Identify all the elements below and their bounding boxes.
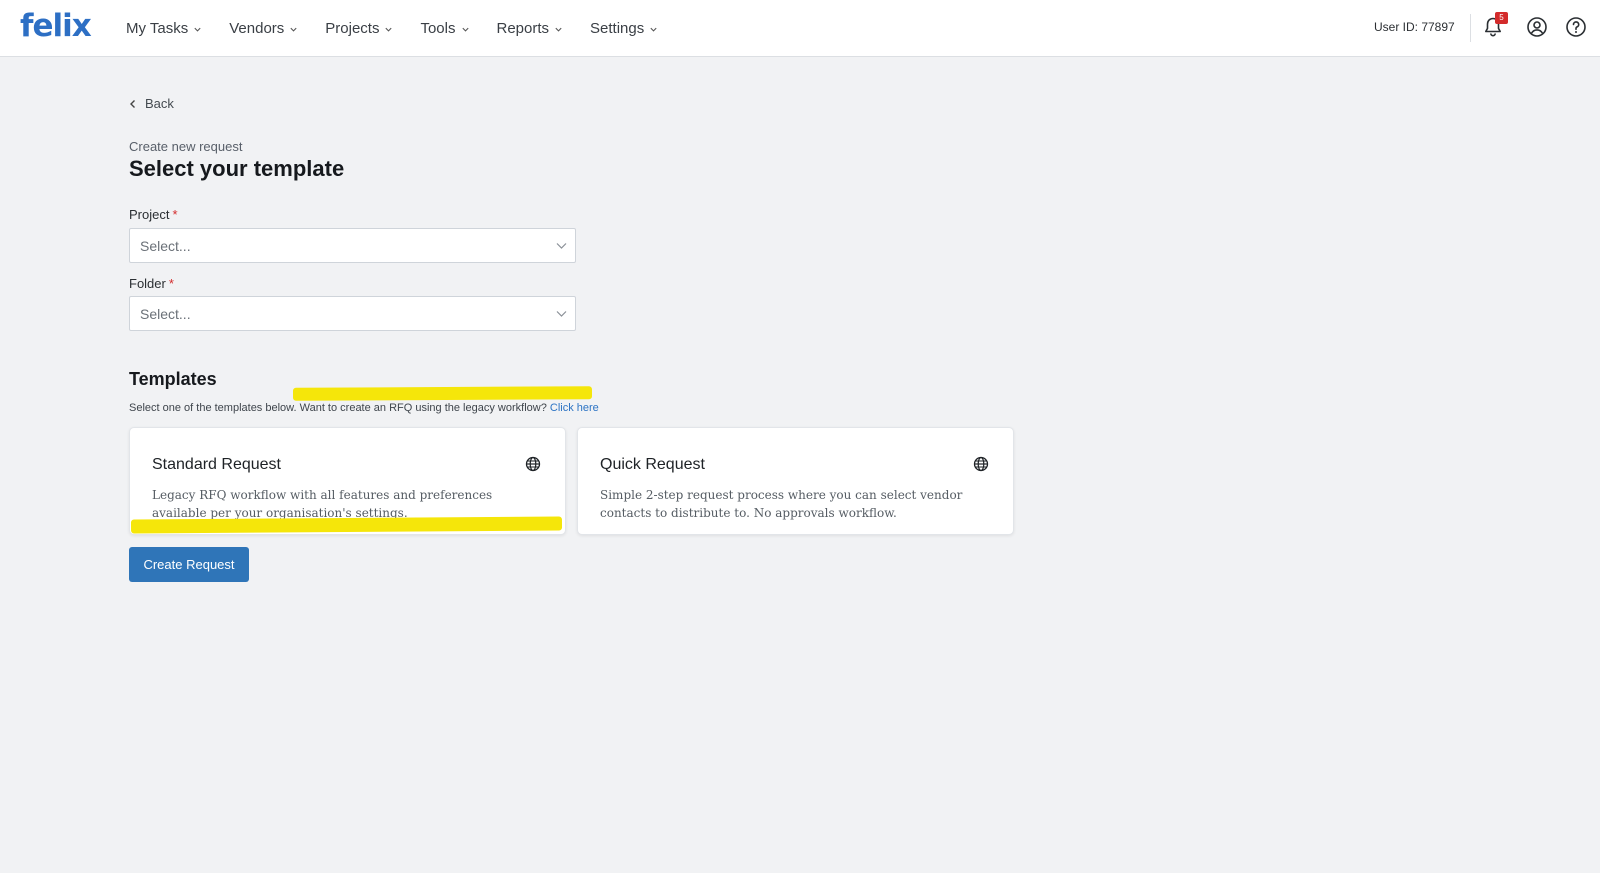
nav-item-label: Vendors bbox=[229, 19, 285, 37]
highlight-mark bbox=[292, 386, 593, 401]
felix-logo[interactable]: felix bbox=[20, 8, 92, 44]
notification-badge: 5 bbox=[1495, 12, 1508, 24]
nav-item-vendors[interactable]: Vendors bbox=[229, 20, 298, 37]
project-select-placeholder: Select... bbox=[140, 238, 191, 254]
nav-item-my-tasks[interactable]: My Tasks bbox=[126, 20, 202, 37]
nav-item-tools[interactable]: Tools bbox=[420, 20, 469, 37]
template-card-description: Simple 2-step request process where you … bbox=[600, 488, 963, 520]
create-request-button[interactable]: Create Request bbox=[129, 547, 249, 582]
required-mark: * bbox=[168, 276, 174, 291]
project-label: Project * bbox=[129, 207, 178, 222]
header-divider bbox=[1470, 14, 1471, 42]
chevron-down-icon bbox=[461, 27, 469, 32]
project-label-text: Project bbox=[129, 207, 170, 222]
chevron-down-icon bbox=[556, 311, 567, 317]
back-label: Back bbox=[145, 96, 174, 111]
chevron-down-icon bbox=[385, 27, 393, 32]
nav-item-settings[interactable]: Settings bbox=[590, 20, 658, 37]
chevron-down-icon bbox=[290, 27, 297, 32]
main-nav: My Tasks Vendors Projects Tools Reports … bbox=[126, 0, 685, 56]
template-card-title: Quick Request bbox=[600, 456, 705, 473]
chevron-down-icon bbox=[556, 243, 567, 249]
legacy-workflow-link[interactable]: Click here bbox=[550, 402, 599, 414]
user-circle-icon[interactable] bbox=[1525, 15, 1549, 39]
page-title: Select your template bbox=[129, 156, 345, 181]
folder-label-text: Folder bbox=[129, 276, 166, 291]
highlight-mark bbox=[130, 516, 563, 534]
globe-icon bbox=[525, 456, 541, 472]
chevron-left-icon bbox=[130, 99, 135, 108]
nav-item-label: Settings bbox=[590, 19, 645, 37]
nav-item-projects[interactable]: Projects bbox=[325, 20, 393, 37]
nav-item-label: Reports bbox=[496, 19, 550, 37]
templates-description-text: Select one of the templates below. Want … bbox=[129, 402, 547, 414]
folder-select-placeholder: Select... bbox=[140, 306, 191, 322]
nav-item-label: Tools bbox=[420, 19, 456, 37]
chevron-down-icon bbox=[555, 27, 562, 32]
templates-description: Select one of the templates below. Want … bbox=[129, 402, 599, 414]
globe-icon bbox=[973, 456, 989, 472]
top-navbar: felix My Tasks Vendors Projects Tools Re… bbox=[0, 0, 1600, 57]
nav-item-reports[interactable]: Reports bbox=[497, 20, 564, 37]
help-icon[interactable] bbox=[1564, 15, 1588, 39]
template-card-quick[interactable]: Quick Request Simple 2-step request proc… bbox=[577, 427, 1014, 535]
nav-item-label: Projects bbox=[325, 19, 380, 37]
back-link[interactable]: Back bbox=[128, 96, 174, 111]
user-id-label: User ID: 77897 bbox=[1374, 20, 1455, 34]
template-card-title: Standard Request bbox=[152, 456, 281, 473]
chevron-down-icon bbox=[650, 27, 657, 32]
project-select[interactable]: Select... bbox=[129, 228, 576, 263]
nav-item-label: My Tasks bbox=[126, 19, 189, 37]
templates-heading: Templates bbox=[129, 369, 217, 389]
page-subtitle: Create new request bbox=[129, 139, 243, 154]
required-mark: * bbox=[172, 207, 178, 222]
chevron-down-icon bbox=[194, 27, 201, 32]
folder-label: Folder * bbox=[129, 276, 174, 291]
folder-select[interactable]: Select... bbox=[129, 296, 576, 331]
